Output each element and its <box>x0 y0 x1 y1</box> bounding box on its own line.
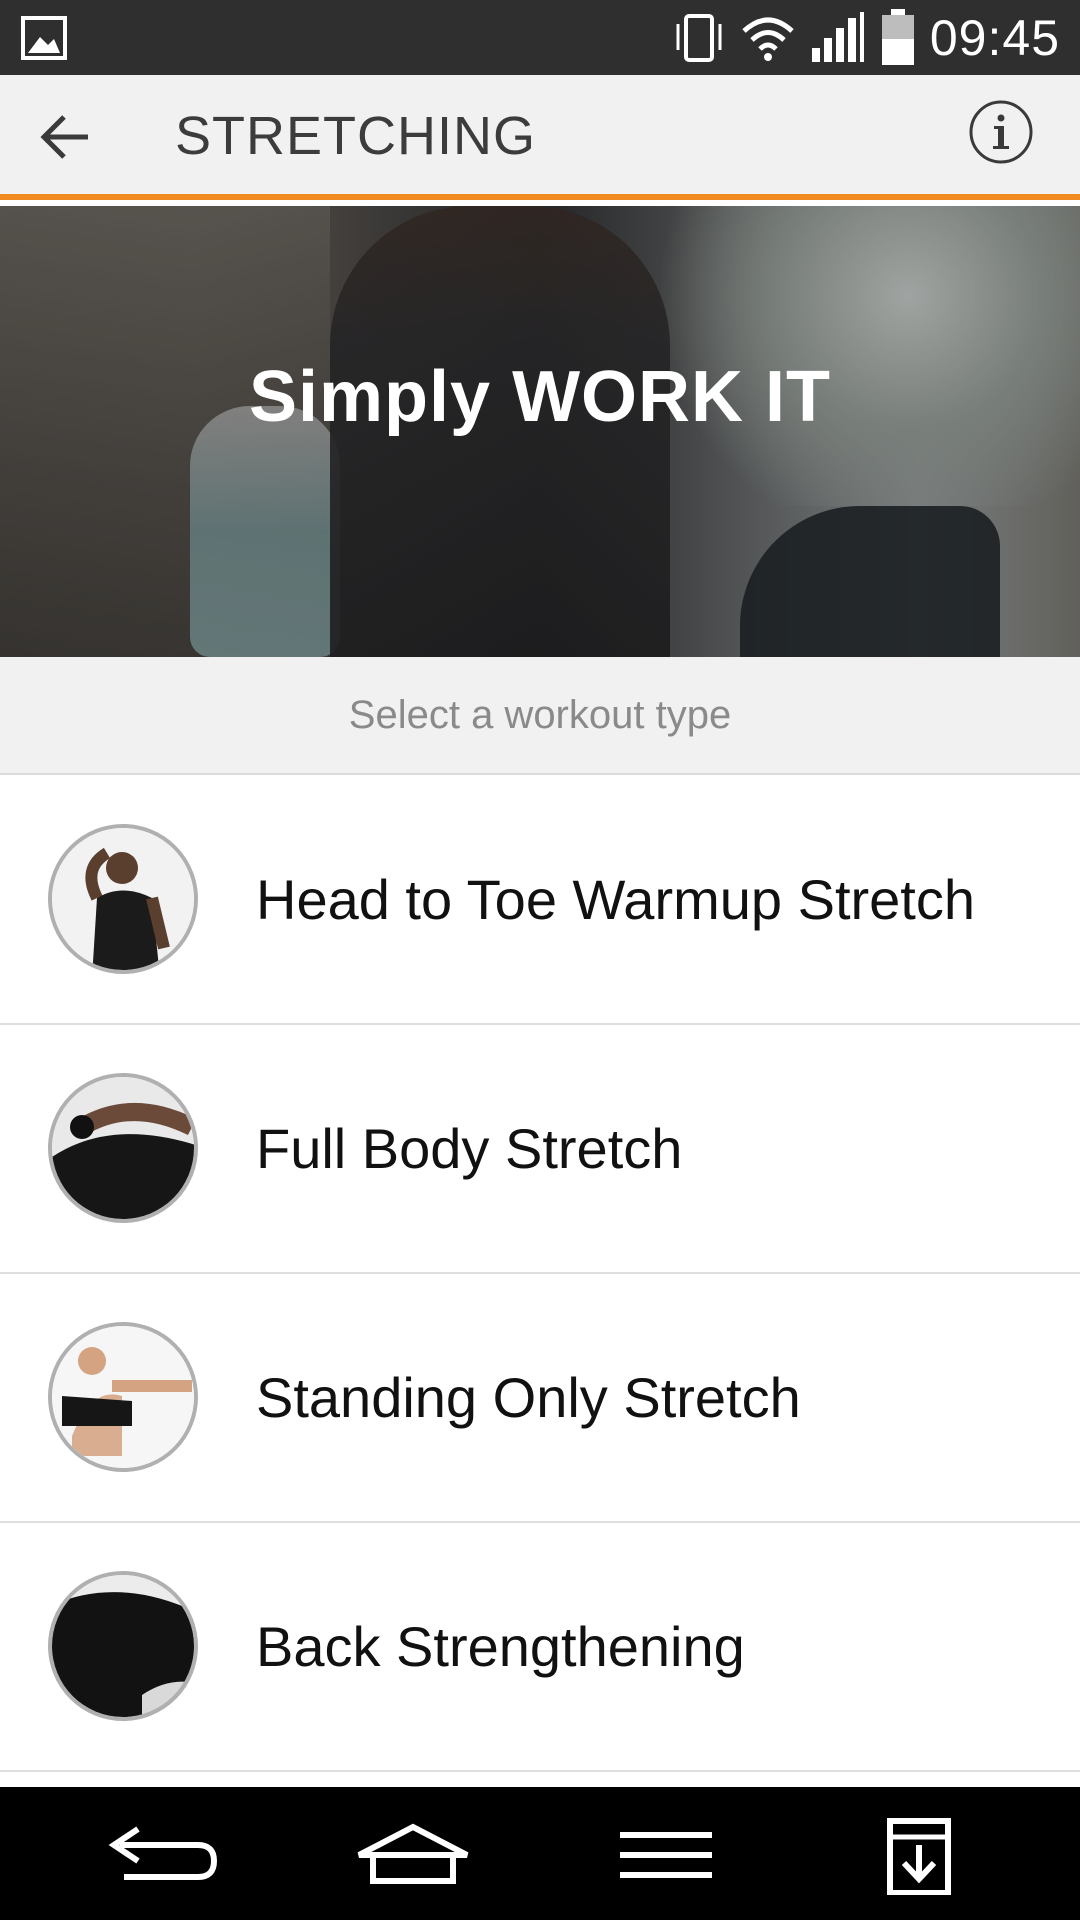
info-icon[interactable] <box>968 99 1034 165</box>
battery-icon <box>881 8 914 65</box>
arrow-left-icon[interactable] <box>36 107 96 167</box>
workout-label: Full Body Stretch <box>256 1116 683 1180</box>
workout-label: Standing Only Stretch <box>256 1365 801 1429</box>
workout-item-head-to-toe[interactable]: Head to Toe Warmup Stretch <box>0 776 1080 1025</box>
status-bar: 09:45 <box>0 0 1080 75</box>
download-icon[interactable] <box>858 1815 978 1895</box>
page-title: STRETCHING <box>175 106 536 166</box>
workout-thumbnail <box>48 824 198 974</box>
signal-icon <box>811 11 864 62</box>
workout-thumbnail <box>48 1322 198 1472</box>
vibrate-icon <box>676 13 722 62</box>
back-icon[interactable] <box>100 1815 220 1895</box>
hero-headline: Simply WORK IT <box>248 357 832 437</box>
workout-label: Head to Toe Warmup Stretch <box>256 867 976 931</box>
workout-thumbnail <box>48 1571 198 1721</box>
workout-item-full-body[interactable]: Full Body Stretch <box>0 1025 1080 1274</box>
wifi-icon <box>742 17 794 61</box>
section-label: Select a workout type <box>0 657 1080 775</box>
workout-item-back-strengthening[interactable]: Back Strengthening <box>0 1523 1080 1772</box>
system-nav-bar <box>0 1787 1080 1920</box>
gallery-icon <box>21 16 67 60</box>
app-bar: STRETCHING <box>0 75 1080 200</box>
workout-list: Head to Toe Warmup Stretch Full Body Str… <box>0 776 1080 1772</box>
home-icon[interactable] <box>353 1815 473 1895</box>
workout-item-standing-only[interactable]: Standing Only Stretch <box>0 1274 1080 1523</box>
workout-thumbnail <box>48 1073 198 1223</box>
menu-icon[interactable] <box>606 1815 726 1895</box>
hero-banner: Simply WORK IT <box>0 206 1080 657</box>
status-time: 09:45 <box>929 9 1060 66</box>
workout-label: Back Strengthening <box>256 1614 745 1678</box>
